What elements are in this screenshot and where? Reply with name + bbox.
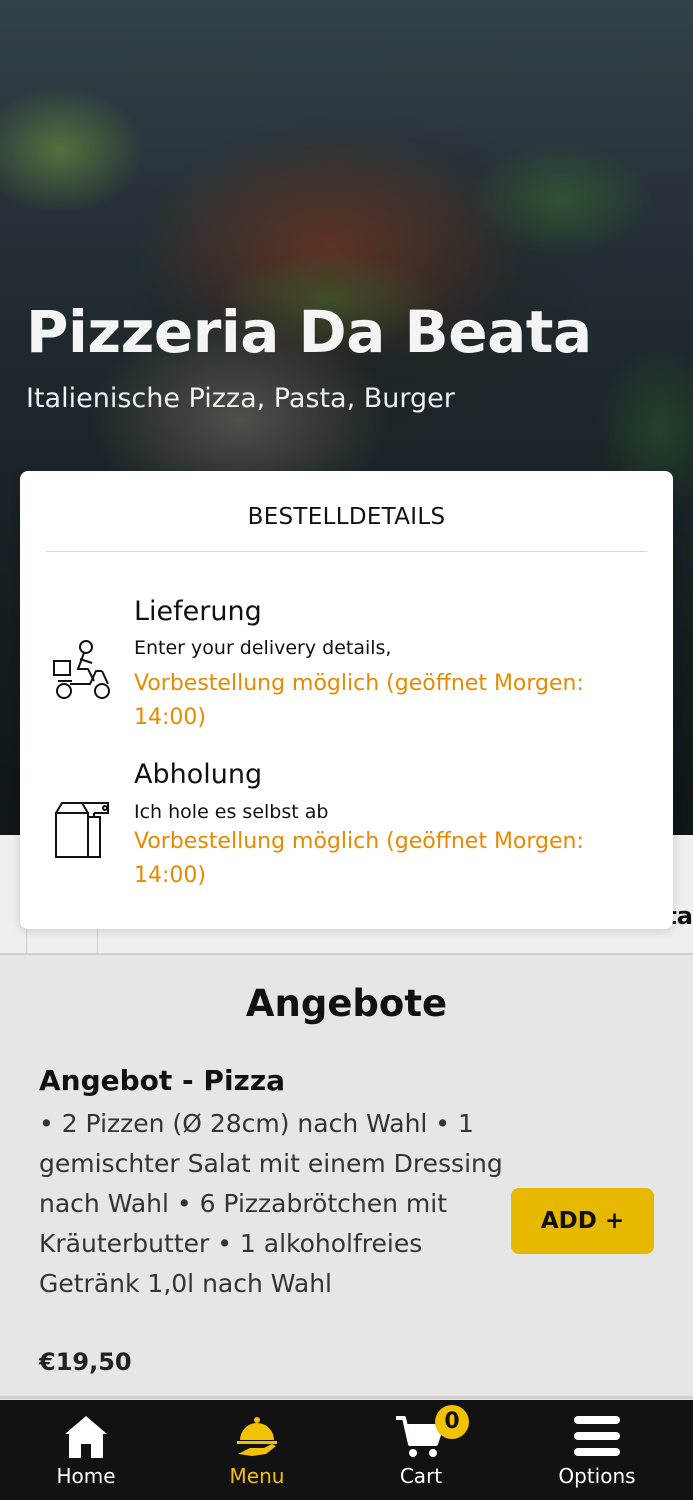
hamburger-icon: [574, 1416, 620, 1456]
offers-section-title: Angebote: [245, 982, 448, 1025]
offer-description: • 2 Pizzen (Ø 28cm) nach Wahl • 1 gemisc…: [39, 1109, 503, 1298]
nav-menu-label: Menu: [229, 1464, 285, 1488]
divider: [0, 1396, 693, 1399]
takeaway-bag-icon: [50, 795, 116, 861]
restaurant-name: Pizzeria Da Beata: [26, 298, 592, 366]
divider: [46, 551, 647, 552]
nav-menu[interactable]: Menu: [187, 1400, 327, 1500]
nav-cart[interactable]: 0 Cart: [351, 1400, 491, 1500]
delivery-option-name: Lieferung: [134, 596, 262, 627]
delivery-option-note: Vorbestellung möglich (geöffnet Morgen: …: [134, 671, 584, 730]
pickup-option-description: Ich hole es selbst ab: [134, 801, 329, 823]
cart-count-badge: 0: [435, 1405, 469, 1439]
order-details-title: BESTELLDETAILS: [247, 504, 446, 530]
pickup-option[interactable]: Abholung Ich hole es selbst ab Vorbestel…: [20, 759, 673, 909]
pickup-option-note: Vorbestellung möglich (geöffnet Morgen: …: [134, 829, 584, 888]
nav-options-label: Options: [558, 1464, 636, 1488]
menu-cloche-icon: [237, 1417, 277, 1456]
nav-home-label: Home: [56, 1464, 116, 1488]
home-icon: [65, 1416, 107, 1458]
offer-name: Angebot - Pizza: [39, 1064, 286, 1097]
delivery-option[interactable]: Lieferung Enter your delivery details, V…: [20, 591, 673, 741]
add-to-cart-button[interactable]: ADD +: [511, 1188, 654, 1254]
order-details-card: BESTELLDETAILS Lieferung Enter your deli…: [20, 471, 673, 929]
pickup-option-name: Abholung: [134, 759, 263, 790]
offer-price: €19,50: [39, 1348, 132, 1376]
delivery-option-description: Enter your delivery details,: [134, 637, 392, 659]
nav-options[interactable]: Options: [527, 1400, 667, 1500]
nav-cart-label: Cart: [399, 1464, 443, 1488]
bottom-navigation: Home Menu 0 Cart Options: [0, 1400, 693, 1500]
delivery-scooter-icon: [50, 639, 116, 705]
restaurant-cuisine: Italienische Pizza, Pasta, Burger: [26, 383, 455, 414]
nav-home[interactable]: Home: [16, 1400, 156, 1500]
